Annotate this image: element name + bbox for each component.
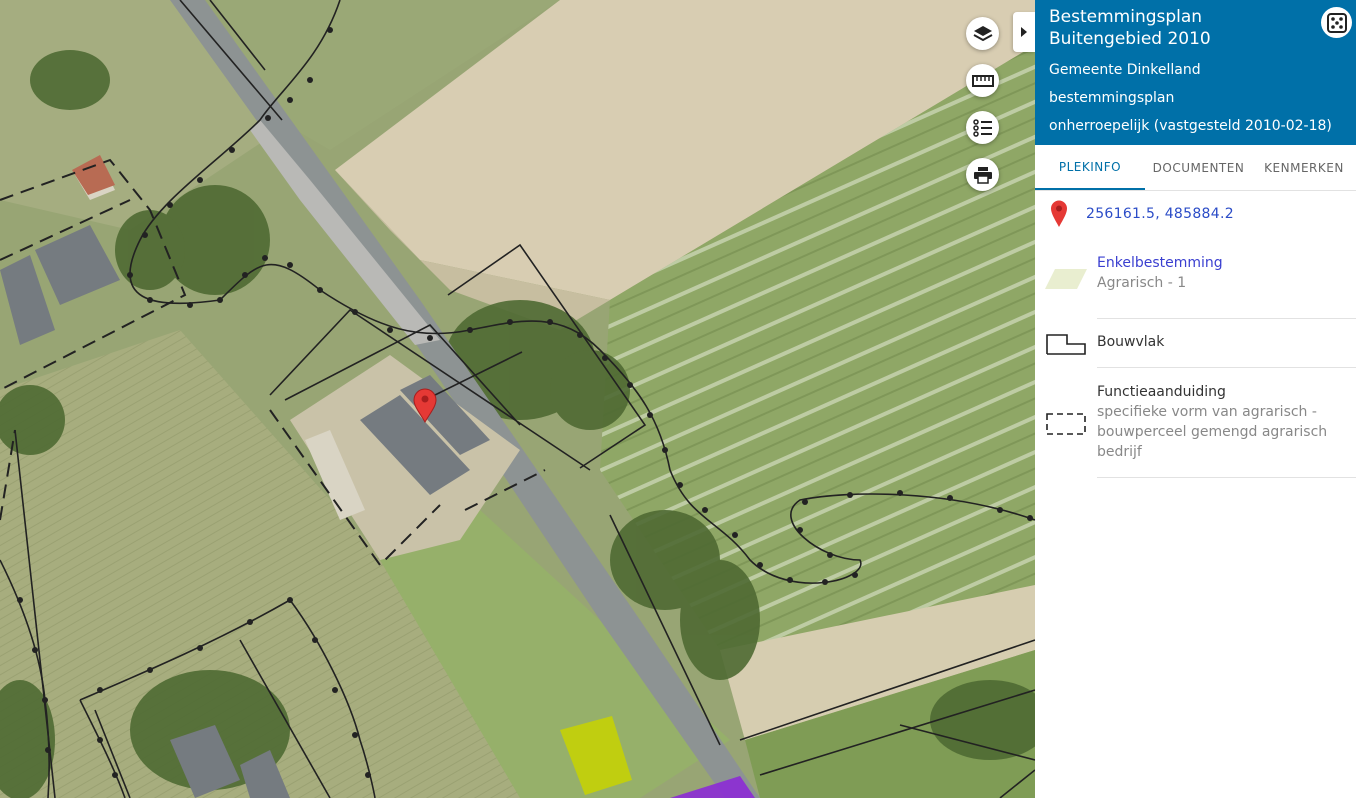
measure-button[interactable]	[966, 64, 999, 97]
ruler-icon	[971, 74, 994, 87]
legend-item-functieaanduiding: Functieaanduiding specifieke vorm van ag…	[1045, 382, 1356, 467]
tab-kenmerken[interactable]: KENMERKEN	[1252, 145, 1356, 190]
dashed-rectangle-icon	[1046, 413, 1086, 435]
aerial-map-canvas[interactable]	[0, 0, 1035, 798]
collapse-panel-button[interactable]	[1013, 12, 1035, 52]
plan-type-label: bestemmingsplan	[1049, 90, 1175, 106]
plan-title: Bestemmingsplan Buitengebied 2010	[1049, 7, 1211, 49]
layers-icon	[973, 25, 992, 41]
panel-header: Bestemmingsplan Buitengebied 2010 Gemeen…	[1035, 0, 1356, 145]
coordinate-text[interactable]: 256161.5, 485884.2	[1086, 206, 1234, 222]
legend-divider	[1097, 477, 1356, 478]
legend-sub-functieaanduiding: specifieke vorm van agrarisch - bouwperc…	[1097, 404, 1328, 460]
legend-title-bouwvlak: Bouwvlak	[1097, 334, 1165, 350]
agrarisch-swatch-icon	[1045, 269, 1087, 289]
caret-right-icon	[1021, 27, 1027, 37]
legend-title-functieaanduiding: Functieaanduiding	[1097, 384, 1226, 400]
map-view[interactable]	[0, 0, 1035, 798]
legend-title-enkelbestemming[interactable]: Enkelbestemming	[1097, 253, 1356, 273]
dice-five-icon	[1326, 12, 1347, 33]
coordinate-row: 256161.5, 485884.2	[1050, 200, 1234, 228]
list-icon	[972, 118, 992, 137]
tab-plekinfo[interactable]: PLEKINFO	[1035, 145, 1145, 190]
municipality-label: Gemeente Dinkelland	[1049, 62, 1201, 78]
plan-status-label: onherroepelijk (vastgesteld 2010-02-18)	[1049, 118, 1332, 134]
layers-button[interactable]	[966, 17, 999, 50]
info-panel: Bestemmingsplan Buitengebied 2010 Gemeen…	[1035, 0, 1356, 798]
panel-tabs: PLEKINFO DOCUMENTEN KENMERKEN	[1035, 145, 1356, 191]
legend-item-enkelbestemming: Enkelbestemming Agrarisch - 1	[1045, 255, 1356, 300]
print-button[interactable]	[966, 158, 999, 191]
fullscreen-button[interactable]	[1321, 7, 1352, 38]
bouwvlak-outline-icon	[1046, 334, 1086, 355]
legend-divider	[1097, 318, 1356, 319]
tab-documenten[interactable]: DOCUMENTEN	[1145, 145, 1252, 190]
map-pin-icon	[1051, 200, 1067, 227]
printer-icon	[973, 166, 992, 184]
legend-button[interactable]	[966, 111, 999, 144]
legend-sub-agrarisch: Agrarisch - 1	[1097, 275, 1187, 291]
legend-divider	[1097, 367, 1356, 368]
legend-item-bouwvlak: Bouwvlak	[1045, 330, 1356, 360]
